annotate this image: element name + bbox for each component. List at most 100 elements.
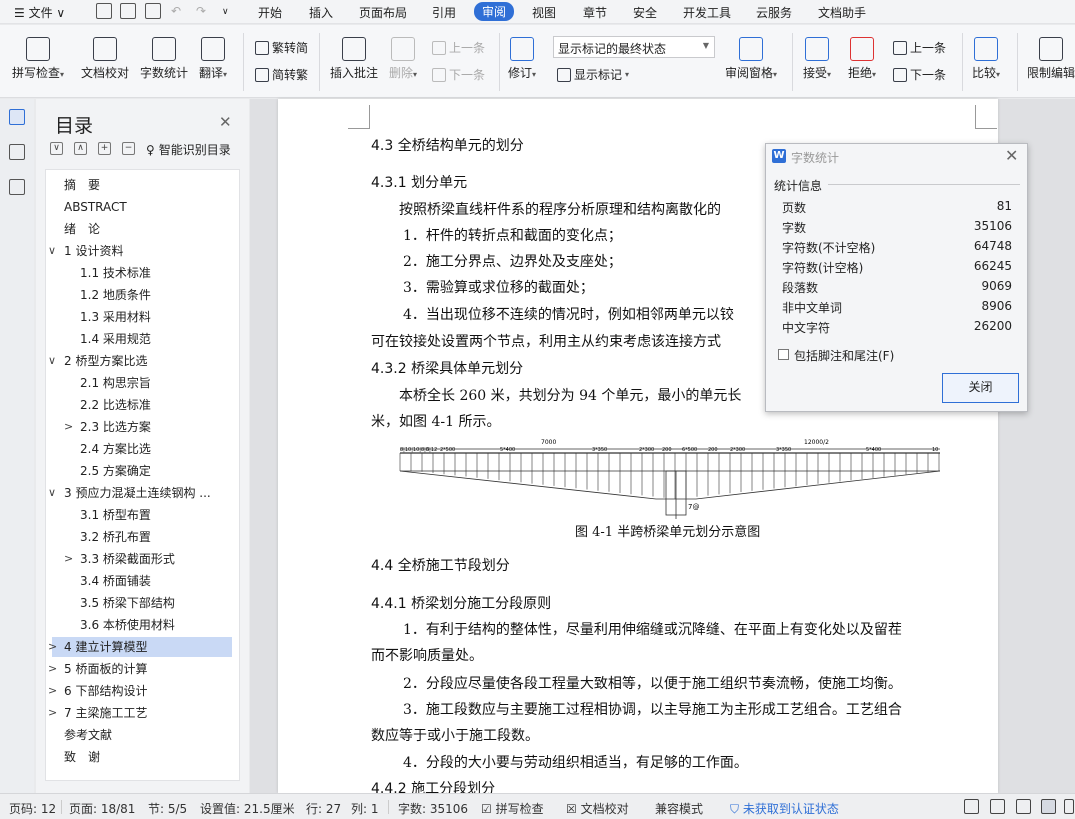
quick-access-more-icon[interactable]: ∨ (222, 7, 229, 17)
chevron-right-icon[interactable]: > (48, 659, 57, 679)
chevron-down-icon[interactable]: ∨ (48, 241, 56, 261)
chevron-right-icon[interactable]: > (48, 703, 57, 723)
outline-item[interactable]: >6 下部结构设计 (48, 681, 147, 701)
outline-item[interactable]: 1.3 采用材料 (80, 307, 151, 327)
outline-item[interactable]: 3.6 本桥使用材料 (80, 615, 175, 635)
delete-comment-button[interactable]: 删除▾ (389, 37, 417, 81)
close-button[interactable]: 关闭 (942, 373, 1019, 403)
close-icon[interactable]: ✕ (1005, 146, 1018, 165)
write-mode-icon[interactable] (1016, 799, 1031, 814)
fullscreen-icon[interactable] (964, 799, 979, 814)
outline-item[interactable]: >4 建立计算模型 (48, 637, 232, 657)
outline-item[interactable]: 1.1 技术标准 (80, 263, 151, 283)
show-marks-button[interactable]: 显示标记 ▾ (557, 66, 629, 83)
status-cert[interactable]: ⛉ 未获取到认证状态 (730, 800, 839, 817)
restrict-edit-button[interactable]: 限制编辑 (1027, 37, 1075, 81)
status-pages[interactable]: 页面: 18/81 (69, 800, 135, 817)
tab-doc-assistant[interactable]: 文档助手 (818, 4, 866, 21)
status-page-number[interactable]: 页码: 12 (9, 800, 56, 817)
smart-toc-button[interactable]: ♀ 智能识别目录 (146, 141, 231, 158)
bookmark-icon[interactable] (9, 179, 25, 195)
review-pane-button[interactable]: 审阅窗格▾ (725, 37, 777, 81)
tab-security[interactable]: 安全 (633, 4, 657, 21)
status-setting[interactable]: 设置值: 21.5厘米 (200, 800, 295, 817)
doc-proof-button[interactable]: 文档校对 (81, 37, 129, 81)
status-col[interactable]: 列: 1 (351, 800, 379, 817)
outline-item[interactable]: 绪 论 (64, 219, 100, 239)
web-view-icon[interactable] (1064, 799, 1074, 814)
remove-heading-icon[interactable]: − (122, 142, 135, 155)
tab-references[interactable]: 引用 (432, 4, 456, 21)
redo-icon[interactable]: ↷ (196, 4, 206, 18)
status-word-count[interactable]: 字数: 35106 (398, 800, 468, 817)
prev-comment-button[interactable]: 上一条 (432, 39, 485, 56)
revise-button[interactable]: 修订▾ (508, 37, 536, 81)
status-spell-check[interactable]: ☑ 拼写检查 (481, 800, 544, 817)
save-icon[interactable] (96, 3, 112, 19)
outline-item[interactable]: 致 谢 (64, 747, 100, 767)
page-thumbnail-icon[interactable] (9, 144, 25, 160)
outline-item[interactable]: >5 桥面板的计算 (48, 659, 147, 679)
chevron-down-icon[interactable]: ∨ (48, 351, 56, 371)
collapse-all-icon[interactable]: ∨ (50, 142, 63, 155)
chevron-right-icon[interactable]: > (64, 549, 73, 569)
print-preview-icon[interactable] (145, 3, 161, 19)
outline-item[interactable]: 参考文献 (64, 725, 112, 745)
tab-chapter[interactable]: 章节 (583, 4, 607, 21)
outline-item[interactable]: 3.4 桥面铺装 (80, 571, 151, 591)
status-section[interactable]: 节: 5/5 (148, 800, 187, 817)
status-row[interactable]: 行: 27 (306, 800, 341, 817)
chevron-right-icon[interactable]: > (48, 681, 57, 701)
outline-item[interactable]: ABSTRACT (64, 197, 127, 217)
outline-icon[interactable] (9, 109, 25, 125)
outline-item[interactable]: >7 主梁施工工艺 (48, 703, 147, 723)
include-footnotes-label[interactable]: 包括脚注和尾注(F) (794, 347, 894, 364)
insert-comment-button[interactable]: 插入批注 (330, 37, 378, 81)
chevron-right-icon[interactable]: > (48, 637, 57, 657)
outline-item[interactable]: ∨ 2 桥型方案比选 (48, 351, 147, 371)
outline-item[interactable]: ∨ 1 设计资料 (48, 241, 123, 261)
close-icon[interactable]: ✕ (219, 113, 232, 131)
next-comment-button[interactable]: 下一条 (432, 66, 485, 83)
compare-button[interactable]: 比较▾ (972, 37, 1000, 81)
markup-mode-select[interactable]: 显示标记的最终状态 ▼ (553, 36, 715, 58)
outline-item[interactable]: >3.3 桥梁截面形式 (64, 549, 175, 569)
expand-up-icon[interactable]: ∧ (74, 142, 87, 155)
reject-button[interactable]: 拒绝▾ (848, 37, 876, 81)
tab-review[interactable]: 审阅 (474, 2, 515, 21)
outline-item[interactable]: 2.4 方案比选 (80, 439, 151, 459)
chevron-right-icon[interactable]: > (64, 417, 73, 437)
outline-item[interactable]: 3.2 桥孔布置 (80, 527, 151, 547)
tab-home[interactable]: 开始 (258, 4, 282, 21)
file-menu[interactable]: ☰ 文件 ∨ (14, 4, 65, 21)
outline-item[interactable]: 2.5 方案确定 (80, 461, 151, 481)
tab-insert[interactable]: 插入 (309, 4, 333, 21)
outline-item[interactable]: 1.4 采用规范 (80, 329, 151, 349)
prev-change-button[interactable]: 上一条 (893, 39, 946, 56)
status-doc-proof[interactable]: ☒ 文档校对 (566, 800, 629, 817)
tab-cloud[interactable]: 云服务 (756, 4, 792, 21)
chevron-down-icon[interactable]: ∨ (48, 483, 56, 503)
simp-to-trad-button[interactable]: 简转繁 (255, 66, 308, 83)
outline-item[interactable]: >2.3 比选方案 (64, 417, 151, 437)
include-footnotes-checkbox[interactable] (778, 349, 789, 360)
spell-check-button[interactable]: 拼写检查▾ (12, 37, 64, 81)
next-change-button[interactable]: 下一条 (893, 66, 946, 83)
outline-item[interactable]: 3.1 桥型布置 (80, 505, 151, 525)
add-heading-icon[interactable]: + (98, 142, 111, 155)
outline-item[interactable]: 摘 要 (64, 175, 100, 195)
outline-item[interactable]: 2.1 构思宗旨 (80, 373, 151, 393)
outline-item[interactable]: 2.2 比选标准 (80, 395, 151, 415)
page-view-icon[interactable] (1041, 799, 1056, 814)
read-mode-icon[interactable] (990, 799, 1005, 814)
outline-item[interactable]: ∨ 3 预应力混凝土连续钢构 ... (48, 483, 211, 503)
outline-item[interactable]: 1.2 地质条件 (80, 285, 151, 305)
accept-button[interactable]: 接受▾ (803, 37, 831, 81)
trad-to-simp-button[interactable]: 繁转简 (255, 39, 308, 56)
outline-item[interactable]: 3.5 桥梁下部结构 (80, 593, 175, 613)
tab-page-layout[interactable]: 页面布局 (359, 4, 407, 21)
undo-icon[interactable]: ↶ (171, 4, 181, 18)
translate-button[interactable]: 翻译▾ (199, 37, 227, 81)
word-count-button[interactable]: 字数统计 (140, 37, 188, 81)
print-icon[interactable] (120, 3, 136, 19)
